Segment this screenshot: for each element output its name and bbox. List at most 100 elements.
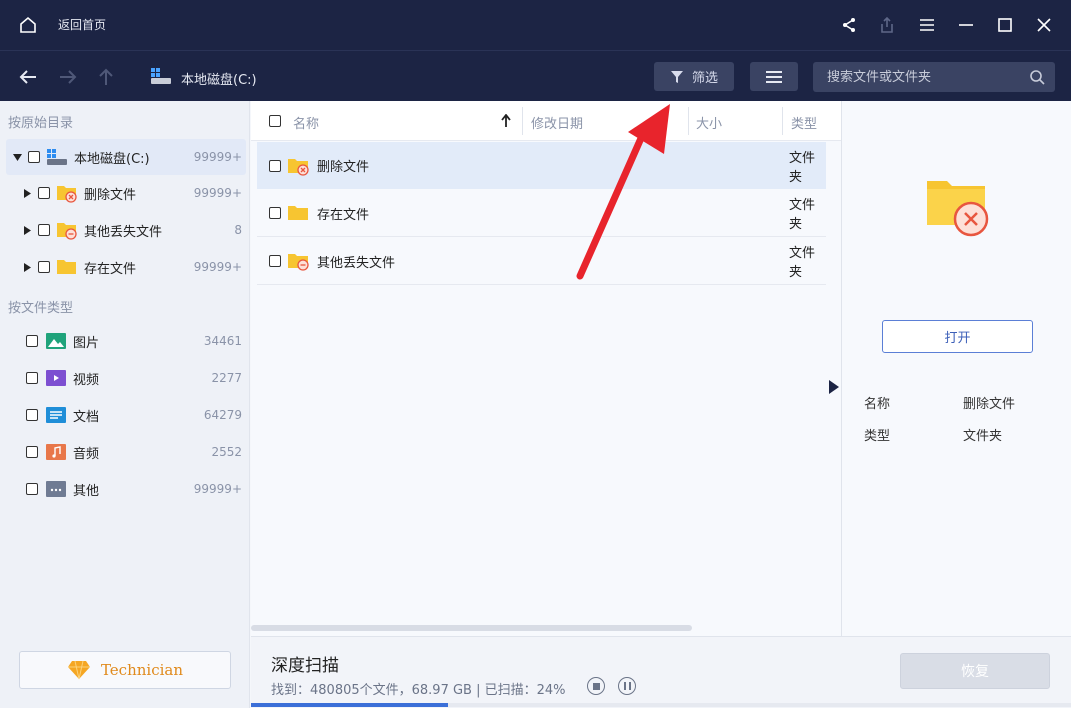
view-toggle-button[interactable]	[750, 62, 798, 91]
back-arrow-icon[interactable]	[17, 66, 39, 88]
tree-item-count: 8	[234, 223, 242, 237]
section-title-file-type: 按文件类型	[8, 301, 74, 316]
open-button[interactable]: 打开	[882, 320, 1033, 353]
type-item-videos[interactable]: 视频 2277	[6, 360, 246, 396]
scan-progress-bar	[251, 703, 1071, 707]
table-row[interactable]: 删除文件 文件夹	[257, 142, 826, 189]
tree-item-count: 99999+	[193, 260, 242, 274]
tree-item-other-lost-files[interactable]: 其他丢失文件 8	[6, 212, 246, 248]
column-header-type[interactable]: 类型	[791, 113, 817, 132]
column-divider[interactable]	[782, 107, 783, 135]
pause-icon	[623, 682, 631, 690]
deleted-folder-icon	[57, 186, 77, 203]
checkbox[interactable]	[28, 151, 40, 163]
tree-item-count: 99999+	[193, 186, 242, 200]
file-type: 文件夹	[789, 198, 816, 232]
search-box[interactable]	[813, 62, 1055, 92]
type-count: 2552	[211, 445, 242, 459]
lost-folder-icon	[288, 254, 309, 271]
checkbox[interactable]	[38, 261, 50, 273]
info-value-type: 文件夹	[963, 429, 1003, 444]
file-type: 文件夹	[789, 150, 816, 185]
column-header-modified[interactable]: 修改日期	[531, 113, 583, 132]
collapsed-triangle-icon[interactable]	[22, 188, 32, 198]
image-icon	[46, 333, 66, 349]
share-icon[interactable]	[838, 14, 860, 36]
sidebar: 按原始目录 本地磁盘(C:) 99999+ 删除文件 99999+ 其他丢失文件…	[0, 101, 250, 708]
row-checkbox[interactable]	[269, 207, 281, 219]
type-count: 2277	[211, 371, 242, 385]
info-key-name: 名称	[864, 397, 891, 412]
checkbox[interactable]	[26, 335, 38, 347]
diamond-icon	[67, 660, 90, 680]
collapse-panel-icon[interactable]	[828, 379, 840, 395]
select-all-checkbox[interactable]	[269, 115, 281, 127]
technician-button[interactable]: Technician	[19, 651, 231, 689]
row-checkbox[interactable]	[269, 255, 281, 267]
status-bar: 深度扫描 找到：480805个文件，68.97 GB | 已扫描：24% 恢复	[251, 636, 1071, 708]
type-item-other[interactable]: 其他 99999+	[6, 471, 246, 507]
document-icon	[46, 407, 66, 423]
up-arrow-icon[interactable]	[95, 66, 117, 88]
type-label: 其他	[73, 483, 100, 499]
stop-icon	[592, 682, 600, 690]
menu-icon[interactable]	[916, 14, 938, 36]
file-name: 其他丢失文件	[317, 255, 396, 271]
type-label: 音频	[73, 446, 100, 462]
column-header-size[interactable]: 大小	[696, 113, 722, 132]
home-icon[interactable]	[18, 15, 38, 35]
checkbox[interactable]	[26, 409, 38, 421]
video-icon	[46, 370, 66, 386]
technician-label: Technician	[100, 661, 184, 679]
maximize-icon[interactable]	[994, 14, 1016, 36]
type-item-images[interactable]: 图片 34461	[6, 323, 246, 359]
tree-item-deleted-files[interactable]: 删除文件 99999+	[6, 175, 246, 211]
row-checkbox[interactable]	[269, 159, 281, 172]
column-divider[interactable]	[688, 107, 689, 135]
checkbox[interactable]	[26, 446, 38, 458]
forward-arrow-icon[interactable]	[57, 66, 79, 88]
search-icon[interactable]	[1029, 69, 1045, 85]
type-label: 图片	[73, 335, 100, 351]
recover-button[interactable]: 恢复	[900, 653, 1050, 689]
file-list: 名称 修改日期 大小 类型 删除文件 文件夹 存在文件 文件夹 其他丢失文件 文…	[251, 101, 841, 636]
checkbox[interactable]	[38, 187, 50, 199]
column-divider[interactable]	[522, 107, 523, 135]
type-label: 视频	[73, 372, 100, 388]
scan-title: 深度扫描	[271, 656, 339, 676]
table-row[interactable]: 存在文件 文件夹	[257, 190, 826, 237]
checkbox[interactable]	[26, 372, 38, 384]
close-icon[interactable]	[1033, 14, 1055, 36]
search-input[interactable]	[813, 62, 1023, 92]
title-bar: 返回首页	[0, 0, 1071, 50]
column-header-name[interactable]: 名称	[293, 113, 319, 132]
table-row[interactable]: 其他丢失文件 文件夹	[257, 238, 826, 285]
tree-item-label: 删除文件	[84, 187, 137, 203]
tree-item-label: 存在文件	[84, 261, 137, 277]
type-count: 34461	[203, 334, 242, 348]
checkbox[interactable]	[26, 483, 38, 495]
filter-icon	[670, 70, 683, 83]
type-item-audio[interactable]: 音频 2552	[6, 434, 246, 470]
list-header: 名称 修改日期 大小 类型	[251, 101, 841, 141]
minimize-icon[interactable]	[955, 14, 977, 36]
export-icon[interactable]	[876, 14, 898, 36]
type-item-documents[interactable]: 文档 64279	[6, 397, 246, 433]
checkbox[interactable]	[38, 224, 50, 236]
pause-scan-button[interactable]	[618, 677, 636, 695]
type-count: 64279	[203, 408, 242, 422]
collapsed-triangle-icon[interactable]	[22, 225, 32, 235]
expanded-triangle-icon[interactable]	[12, 152, 22, 162]
type-label: 文档	[73, 409, 100, 425]
sort-ascending-icon[interactable]	[501, 114, 511, 128]
lost-folder-icon	[57, 223, 77, 240]
horizontal-scrollbar[interactable]	[251, 625, 692, 631]
back-to-home-link[interactable]: 返回首页	[58, 16, 106, 33]
audio-icon	[46, 444, 66, 460]
stop-scan-button[interactable]	[587, 677, 605, 695]
collapsed-triangle-icon[interactable]	[22, 262, 32, 272]
deleted-folder-icon	[288, 158, 309, 176]
tree-item-local-disk[interactable]: 本地磁盘(C:) 99999+	[6, 139, 246, 175]
tree-item-existing-files[interactable]: 存在文件 99999+	[6, 249, 246, 285]
filter-button[interactable]: 筛选	[654, 62, 734, 91]
